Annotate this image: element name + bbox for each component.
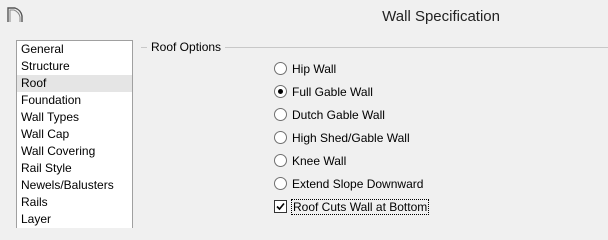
checkmark-icon [276,203,285,211]
radio-button-checked[interactable] [274,85,287,99]
sidebar-item-rail-style[interactable]: Rail Style [17,160,132,177]
roof-options-legend: Roof Options [147,40,226,54]
radio-label: Extend Slope Downward [292,177,424,191]
category-list[interactable]: General Structure Roof Foundation Wall T… [16,40,133,228]
sidebar-item-newels-balusters[interactable]: Newels/Balusters [17,177,132,194]
full-gable-wall-radio[interactable]: Full Gable Wall [274,84,373,100]
radio-button[interactable] [274,108,287,122]
checkbox[interactable] [274,200,287,214]
roof-cuts-wall-checkbox[interactable]: Roof Cuts Wall at Bottom [274,199,430,215]
radio-button[interactable] [274,177,287,191]
sidebar-item-wall-covering[interactable]: Wall Covering [17,143,132,160]
dutch-gable-wall-radio[interactable]: Dutch Gable Wall [274,107,385,123]
sidebar-item-layer[interactable]: Layer [17,211,132,228]
sidebar-item-roof[interactable]: Roof [17,75,132,92]
extend-slope-downward-radio[interactable]: Extend Slope Downward [274,176,423,192]
window-title: Wall Specification [382,8,500,25]
sidebar-item-wall-cap[interactable]: Wall Cap [17,126,132,143]
high-shed-gable-wall-radio[interactable]: High Shed/Gable Wall [274,130,410,146]
hip-wall-radio[interactable]: Hip Wall [274,61,336,77]
title-bar: Wall Specification [0,0,608,31]
radio-button[interactable] [274,131,287,145]
sidebar-item-structure[interactable]: Structure [17,58,132,75]
radio-label: High Shed/Gable Wall [292,131,410,145]
sidebar-item-rails[interactable]: Rails [17,194,132,211]
radio-label: Knee Wall [292,154,347,168]
radio-label: Dutch Gable Wall [292,108,385,122]
radio-button[interactable] [274,154,287,168]
radio-label: Full Gable Wall [292,85,373,99]
checkbox-label: Roof Cuts Wall at Bottom [291,199,430,215]
sidebar-item-foundation[interactable]: Foundation [17,92,132,109]
radio-button[interactable] [274,62,287,76]
sidebar-item-general[interactable]: General [17,41,132,58]
sidebar-item-wall-types[interactable]: Wall Types [17,109,132,126]
radio-label: Hip Wall [292,62,337,76]
knee-wall-radio[interactable]: Knee Wall [274,153,346,169]
